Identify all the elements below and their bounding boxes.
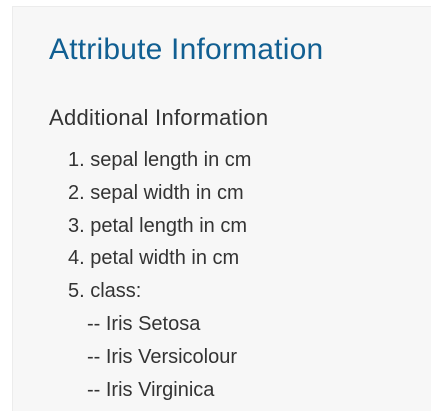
attribute-info-panel: Attribute Information Additional Informa…	[12, 6, 431, 411]
class-item: -- Iris Setosa	[87, 312, 201, 335]
list-item: 1. sepal length in cm	[68, 149, 252, 171]
class-item: -- Iris Versicolour	[87, 345, 238, 368]
attribute-list: 1. sepal length in cm 2. sepal width in …	[68, 144, 251, 406]
section-heading: Additional Information	[49, 105, 269, 130]
class-item: -- Iris Virginica	[87, 378, 215, 401]
page-title: Attribute Information	[49, 33, 324, 66]
list-item: 3. petal length in cm	[68, 214, 247, 237]
list-item: 5. class:	[68, 280, 142, 303]
list-item: 2. sepal width in cm	[68, 181, 244, 204]
list-item: 4. petal width in cm	[68, 247, 240, 270]
